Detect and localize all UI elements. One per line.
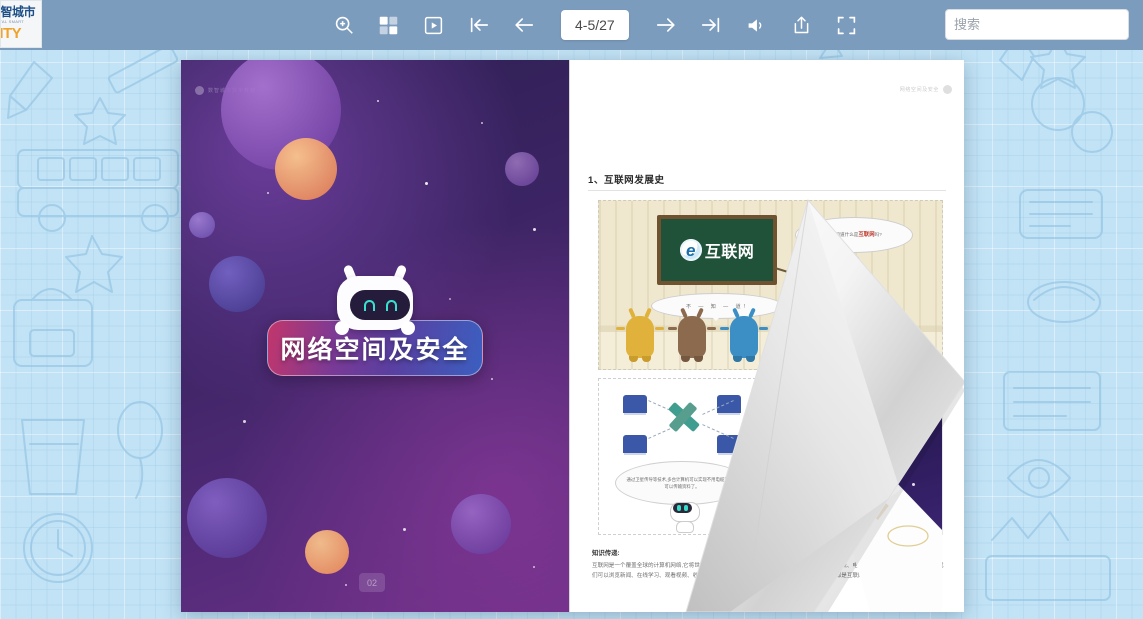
robot-hand-right	[401, 321, 415, 335]
student-arm	[668, 327, 677, 330]
small-robot-eye-left	[677, 505, 681, 511]
section-divider	[588, 190, 946, 191]
robot-head	[337, 276, 413, 330]
small-robot-body	[676, 521, 694, 533]
toolbar: 数智城市 DIGITAL SMART CITY	[0, 0, 1143, 50]
student-arm	[707, 327, 716, 330]
flipbook-viewer: 数智城市 DIGITAL SMART CITY	[0, 0, 1143, 619]
zoom-in-icon[interactable]	[330, 12, 357, 39]
logo-city-text: CITY	[0, 25, 21, 42]
planet-orange	[275, 138, 337, 200]
star-dot	[403, 528, 406, 531]
star-dot	[345, 584, 347, 586]
star-dot	[533, 228, 536, 231]
planet-ring	[505, 152, 539, 186]
student-figure	[623, 307, 657, 359]
robot-eye-left	[364, 300, 375, 311]
student-arm	[720, 327, 729, 330]
fullscreen-icon[interactable]	[833, 12, 860, 39]
thumbnails-icon[interactable]	[375, 12, 402, 39]
star-dot	[491, 378, 493, 380]
planet-bottom-orange	[305, 530, 349, 574]
computer-icon	[717, 395, 741, 413]
robot-hand-left	[335, 321, 349, 335]
right-page-header: 网络空间及安全	[900, 85, 952, 94]
computer-icon	[623, 395, 647, 413]
toolbar-buttons: 4-5/27	[330, 0, 860, 50]
small-robot-face	[673, 503, 692, 513]
page-indicator[interactable]: 4-5/27	[561, 10, 629, 40]
computer-icon	[717, 435, 741, 453]
section-title: 1、互联网发展史	[588, 172, 665, 186]
satellite-illustration: 通过卫星传导等技术,多台计算机可以实现不用电缆连接就可以传输资料了。	[598, 378, 766, 535]
internet-explorer-icon: e	[680, 239, 702, 261]
planet-bottom-right	[451, 494, 511, 554]
student-arm	[655, 327, 664, 330]
blackboard-text: 互联网	[705, 238, 755, 262]
search-input[interactable]	[946, 10, 1129, 39]
computer-icon	[623, 435, 647, 453]
first-page-icon[interactable]	[465, 12, 492, 39]
robot-face	[350, 290, 410, 320]
logo-cn-text: 数智城市	[0, 6, 35, 19]
planet-small-left	[189, 212, 215, 238]
right-header-text: 网络空间及安全	[900, 86, 939, 93]
star-dot	[481, 122, 483, 124]
student-body	[678, 316, 706, 358]
robot-eye-right	[386, 300, 397, 311]
planet-bottom-left	[187, 478, 267, 558]
book-spread: 数智城市数字教材	[181, 60, 964, 612]
header-robot-icon	[943, 85, 952, 94]
book-page-left[interactable]: 数智城市数字教材	[181, 60, 569, 612]
book-page-right[interactable]: 网络空间及安全 1、互联网发展史 e 互联网 你们知道什么是互联网吗?	[569, 60, 964, 612]
share-icon[interactable]	[788, 12, 815, 39]
page-turn-corner[interactable]	[749, 192, 964, 612]
star-dot	[377, 100, 379, 102]
search-box[interactable]	[945, 9, 1129, 40]
star-dot	[267, 192, 269, 194]
small-robot-eye-right	[684, 505, 688, 511]
cover-title-group: 网络空间及安全	[181, 272, 569, 376]
sound-icon[interactable]	[743, 12, 770, 39]
logo[interactable]: 数智城市 DIGITAL SMART CITY	[0, 0, 42, 48]
left-page-number: 02	[359, 573, 385, 592]
star-dot	[533, 566, 535, 568]
watermark-dot-icon	[195, 86, 204, 95]
robot-mascot-icon	[332, 272, 418, 334]
cover-title-text: 网络空间及安全	[280, 330, 469, 366]
last-page-icon[interactable]	[698, 12, 725, 39]
prev-page-icon[interactable]	[510, 12, 537, 39]
student-body	[626, 316, 654, 358]
star-dot	[425, 182, 428, 185]
star-dot	[243, 420, 246, 423]
next-page-icon[interactable]	[653, 12, 680, 39]
slideshow-icon[interactable]	[420, 12, 447, 39]
small-robot-icon	[667, 499, 703, 533]
student-figure	[675, 307, 709, 359]
student-arm	[616, 327, 625, 330]
